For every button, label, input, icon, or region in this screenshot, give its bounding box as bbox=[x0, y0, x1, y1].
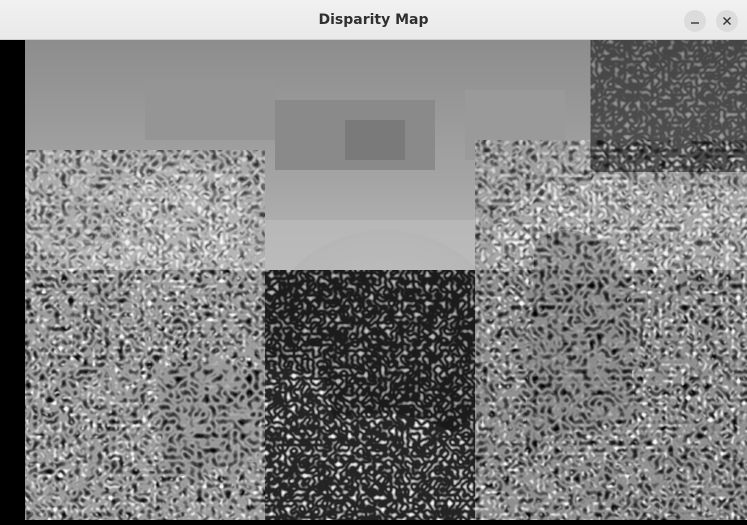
image-canvas bbox=[0, 40, 747, 525]
disparity-map-image bbox=[25, 40, 747, 520]
app-window: Disparity Map bbox=[0, 0, 747, 525]
bottom-black-border bbox=[0, 520, 747, 525]
close-icon bbox=[723, 17, 731, 25]
left-black-border bbox=[0, 40, 25, 525]
window-title: Disparity Map bbox=[318, 12, 429, 28]
disparity-image-graphic bbox=[25, 40, 747, 520]
close-button[interactable] bbox=[716, 10, 738, 32]
minimize-button[interactable] bbox=[684, 10, 706, 32]
minimize-icon bbox=[691, 22, 699, 24]
title-bar[interactable]: Disparity Map bbox=[0, 0, 747, 40]
